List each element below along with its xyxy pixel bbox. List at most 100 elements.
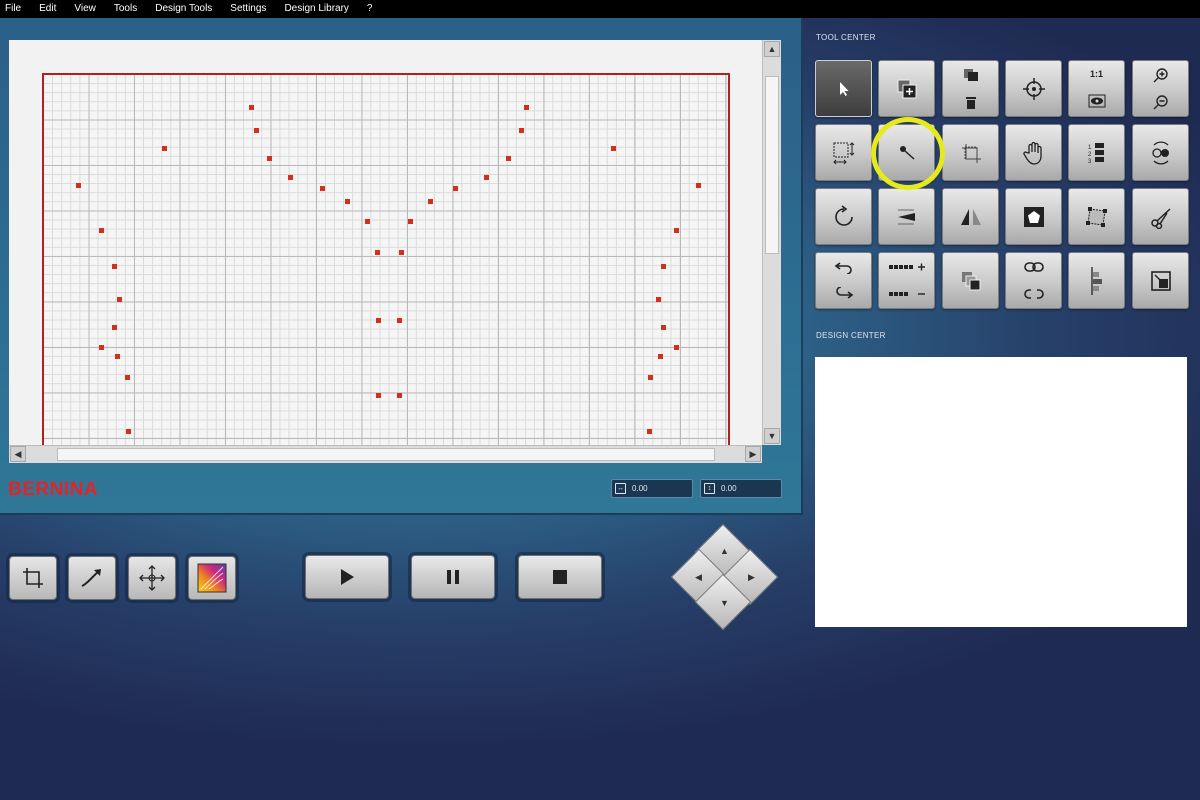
embroidery-canvas[interactable]	[9, 40, 762, 445]
stitch-point[interactable]	[484, 175, 489, 180]
stitch-point[interactable]	[397, 393, 402, 398]
scroll-right-button[interactable]: ▶	[745, 446, 761, 462]
one-to-one-button[interactable]: 1:1	[1068, 60, 1125, 117]
vertical-scroll-thumb[interactable]	[765, 76, 779, 254]
stitch-point[interactable]	[376, 393, 381, 398]
stitch-point[interactable]	[524, 105, 529, 110]
mirror-button[interactable]	[942, 188, 999, 245]
stitch-point[interactable]	[99, 228, 104, 233]
crop-button[interactable]	[942, 124, 999, 181]
play-button[interactable]	[305, 555, 389, 599]
pan-button[interactable]	[1005, 124, 1062, 181]
align-button[interactable]	[1068, 252, 1125, 309]
color-tool-button[interactable]	[188, 556, 236, 600]
shape-button[interactable]	[1005, 188, 1062, 245]
stitch-point[interactable]	[658, 354, 663, 359]
design-center-title: DESIGN CENTER	[816, 331, 1188, 340]
menu-design-library[interactable]: Design Library	[275, 0, 357, 18]
curve-tool-button[interactable]	[68, 556, 116, 600]
stitch-point[interactable]	[76, 183, 81, 188]
stitch-point[interactable]	[399, 250, 404, 255]
canvas-panel: ▲ ▼ ◀ ▶ BERNINA ↔ 0.00 ↕ 0.00	[0, 18, 803, 515]
duplicate-button[interactable]	[878, 60, 935, 117]
scroll-down-button[interactable]: ▼	[764, 428, 780, 444]
select-tool-button[interactable]	[815, 60, 872, 117]
stitch-point[interactable]	[345, 199, 350, 204]
stitch-point[interactable]	[249, 105, 254, 110]
design-center-panel[interactable]	[815, 357, 1187, 627]
stitch-point[interactable]	[125, 375, 130, 380]
stitch-point[interactable]	[112, 325, 117, 330]
crop-tool-button[interactable]	[9, 556, 57, 600]
stitch-point[interactable]	[661, 325, 666, 330]
resize-corner-button[interactable]	[1132, 252, 1189, 309]
stitch-point[interactable]	[519, 128, 524, 133]
stitch-point[interactable]	[117, 297, 122, 302]
stitch-point[interactable]	[648, 375, 653, 380]
center-button[interactable]	[1005, 60, 1062, 117]
menu-help[interactable]: ?	[358, 0, 382, 18]
scroll-left-button[interactable]: ◀	[10, 446, 26, 462]
scissors-button[interactable]	[1132, 188, 1189, 245]
undo-icon	[834, 262, 852, 274]
stitch-point[interactable]	[365, 219, 370, 224]
pause-button[interactable]	[411, 555, 495, 599]
stitch-point[interactable]	[428, 199, 433, 204]
stitch-point[interactable]	[267, 156, 272, 161]
stitch-point[interactable]	[611, 146, 616, 151]
menu-edit[interactable]: Edit	[30, 0, 65, 18]
stitch-point[interactable]	[254, 128, 259, 133]
align-icon	[1090, 266, 1102, 295]
stitch-point[interactable]	[126, 429, 131, 434]
stitch-point[interactable]	[320, 186, 325, 191]
stitch-point[interactable]	[453, 186, 458, 191]
stop-icon	[553, 570, 567, 584]
scroll-up-button[interactable]: ▲	[764, 41, 780, 57]
undo-redo-button[interactable]	[815, 252, 872, 309]
vertical-scrollbar[interactable]: ▲ ▼	[762, 40, 781, 445]
stitch-point[interactable]	[408, 219, 413, 224]
trash-icon	[965, 97, 976, 110]
menu-view[interactable]: View	[65, 0, 105, 18]
stitch-point[interactable]	[674, 345, 679, 350]
move-tool-button[interactable]	[128, 556, 176, 600]
transform-button[interactable]	[1068, 188, 1125, 245]
stitch-point[interactable]	[115, 354, 120, 359]
stitch-point[interactable]	[696, 183, 701, 188]
sequence-button[interactable]: 123	[1068, 124, 1125, 181]
stitch-point[interactable]	[375, 250, 380, 255]
menu-design-tools[interactable]: Design Tools	[146, 0, 221, 18]
stitch-point[interactable]	[376, 318, 381, 323]
stitch-point[interactable]	[397, 318, 402, 323]
svg-text:3: 3	[1088, 159, 1092, 165]
menu-file[interactable]: File	[0, 0, 30, 18]
stitch-point[interactable]	[506, 156, 511, 161]
stitch-point[interactable]	[647, 429, 652, 434]
horizontal-scroll-thumb[interactable]	[57, 448, 715, 461]
layer-order-button[interactable]	[942, 252, 999, 309]
stitch-point[interactable]	[656, 297, 661, 302]
horizontal-scrollbar[interactable]: ◀ ▶	[9, 445, 762, 463]
menu-settings[interactable]: Settings	[221, 0, 275, 18]
stitch-point[interactable]	[674, 228, 679, 233]
link-button[interactable]	[1005, 252, 1062, 309]
eye-view-icon	[1088, 94, 1105, 108]
width-value: 0.00	[632, 484, 648, 493]
numbered-list-icon: 123	[1088, 142, 1104, 165]
stitch-point[interactable]	[112, 264, 117, 269]
stitch-point[interactable]	[661, 264, 666, 269]
stitch-point[interactable]	[162, 146, 167, 151]
stitch-point[interactable]	[99, 345, 104, 350]
resize-button[interactable]	[815, 124, 872, 181]
stop-button[interactable]	[518, 555, 602, 599]
svg-text:1: 1	[1088, 145, 1092, 151]
stitch-point[interactable]	[288, 175, 293, 180]
rotate-color-button[interactable]	[1132, 124, 1189, 181]
menu-tools[interactable]: Tools	[105, 0, 146, 18]
copy-delete-button[interactable]	[942, 60, 999, 117]
skew-button[interactable]	[878, 188, 935, 245]
rotate-button[interactable]	[815, 188, 872, 245]
stitch-density-button[interactable]	[878, 252, 935, 309]
zoom-button[interactable]	[1132, 60, 1189, 117]
direction-pad: ▲ ◀ ▶ ▼	[670, 523, 779, 631]
